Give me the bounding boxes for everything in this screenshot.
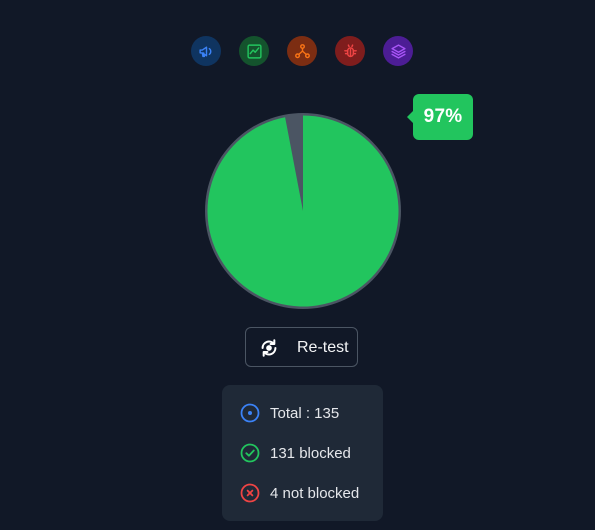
layers-icon[interactable]: [383, 36, 413, 66]
x-circle-icon: [240, 483, 260, 503]
target-icon: [240, 403, 260, 423]
total-row: Total : 135: [240, 402, 339, 424]
megaphone-icon[interactable]: [191, 36, 221, 66]
percent-badge: 97%: [407, 94, 473, 140]
network-icon[interactable]: [287, 36, 317, 66]
total-count: Total : 135: [270, 404, 340, 422]
refresh-icon: [258, 337, 280, 359]
gauge-fill: [207, 115, 399, 307]
category-icon-row: [0, 36, 595, 66]
not-blocked-row: 4 not blocked: [240, 482, 359, 504]
blocked-ratio-gauge: [203, 111, 403, 311]
security-test-result-panel: 97% Re-test Total : 135 131 blocked 4 no…: [0, 0, 595, 530]
retest-button[interactable]: Re-test: [245, 327, 358, 367]
chart-icon[interactable]: [239, 36, 269, 66]
not-blocked-count: 4 not blocked: [270, 484, 360, 502]
retest-label: Re-test: [297, 339, 349, 356]
check-circle-icon: [240, 443, 260, 463]
blocked-count: 131 blocked: [270, 444, 351, 462]
bug-icon[interactable]: [335, 36, 365, 66]
result-summary-card: Total : 135 131 blocked 4 not blocked: [222, 385, 383, 521]
blocked-row: 131 blocked: [240, 442, 351, 464]
